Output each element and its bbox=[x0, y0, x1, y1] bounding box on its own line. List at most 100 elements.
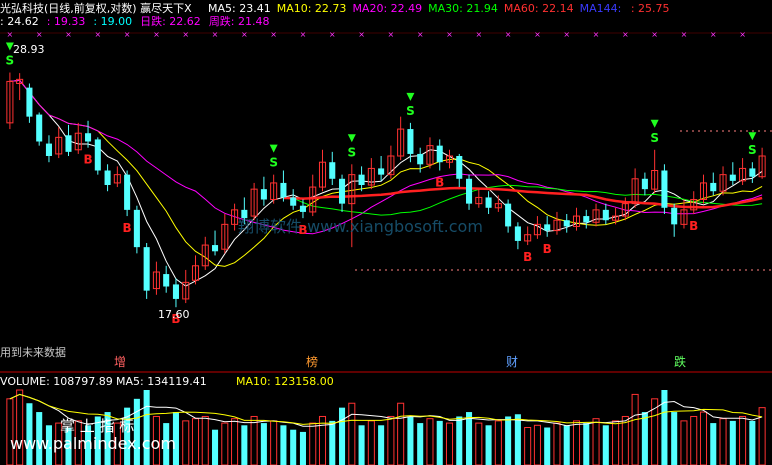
volume-bar bbox=[466, 412, 473, 465]
ma10-line bbox=[9, 79, 763, 267]
x-marker: × bbox=[593, 30, 600, 39]
candle-body bbox=[505, 203, 512, 227]
volume-bar bbox=[729, 420, 736, 465]
x-marker: × bbox=[475, 30, 482, 39]
candle-body bbox=[358, 174, 365, 185]
event-flag: 跌 bbox=[674, 354, 686, 369]
event-flag: 榜 bbox=[306, 354, 318, 369]
candle-body bbox=[290, 197, 297, 206]
watermark: 翔博软件 www.xiangbosoft.com bbox=[238, 217, 483, 236]
x-marker: × bbox=[329, 30, 336, 39]
candle-body bbox=[544, 224, 551, 231]
legend-item: MA20: 22.49 bbox=[352, 2, 423, 15]
chart-title: 光弘科技(日线,前复权,对数) 赢尽天下X bbox=[0, 2, 192, 15]
volume-bar bbox=[456, 416, 463, 465]
volume-bar bbox=[6, 398, 14, 465]
x-marker: × bbox=[358, 30, 365, 39]
candle-body bbox=[563, 220, 570, 227]
volume-bar bbox=[309, 422, 317, 465]
candle-body bbox=[378, 168, 385, 175]
volume-bar bbox=[612, 420, 620, 465]
legend-item: MA5: 23.41 bbox=[208, 2, 271, 15]
volume-bar bbox=[348, 402, 356, 465]
legend-item: MA144: bbox=[579, 2, 625, 15]
candle-body bbox=[583, 216, 590, 223]
candle-body bbox=[280, 182, 287, 198]
x-marker: × bbox=[505, 30, 512, 39]
future-data-label: 用到未来数据 bbox=[0, 346, 66, 359]
x-marker: × bbox=[300, 30, 307, 39]
candle-body bbox=[94, 139, 101, 171]
volume-bar bbox=[417, 423, 424, 465]
sell-arrow bbox=[650, 119, 659, 128]
volume-bar bbox=[553, 422, 561, 465]
legend-item: MA60: 22.14 bbox=[503, 2, 574, 15]
volume-bar bbox=[299, 431, 306, 465]
volume-bar bbox=[583, 423, 590, 465]
volume-bar bbox=[182, 420, 190, 465]
volume-bar bbox=[426, 418, 434, 465]
candle-body bbox=[456, 156, 463, 179]
volume-bar bbox=[690, 415, 698, 465]
candle-body bbox=[749, 168, 756, 177]
candle-body bbox=[729, 174, 736, 181]
volume-bar bbox=[436, 420, 443, 465]
volume-bar bbox=[270, 420, 278, 465]
candle-body bbox=[26, 87, 33, 117]
price-low-label: 17.60 bbox=[158, 308, 190, 321]
volume-bar bbox=[710, 423, 717, 465]
buy-signal: B bbox=[83, 153, 92, 167]
candle-body bbox=[329, 162, 336, 179]
volume-bar bbox=[680, 420, 688, 465]
volume-bar bbox=[212, 429, 219, 465]
event-flag: 增 bbox=[114, 355, 126, 369]
volume-bar bbox=[671, 412, 678, 465]
volume-bar bbox=[201, 415, 209, 465]
volume-bar bbox=[749, 420, 756, 465]
candle-body bbox=[436, 145, 443, 163]
volume-bar bbox=[544, 427, 551, 465]
volume-ma5: MA5: 134119.41 bbox=[116, 375, 207, 388]
candle-body bbox=[65, 135, 72, 152]
x-marker: × bbox=[124, 30, 131, 39]
buy-signal: B bbox=[123, 221, 132, 235]
candle-body bbox=[143, 247, 150, 291]
volume-bar bbox=[475, 422, 483, 465]
sell-signal: S bbox=[269, 156, 278, 170]
candle-body bbox=[466, 178, 473, 204]
candle-body bbox=[710, 182, 717, 192]
candle-body bbox=[485, 197, 492, 208]
volume-bar bbox=[699, 411, 708, 465]
volume-bar bbox=[387, 415, 395, 465]
volume-bar bbox=[407, 416, 414, 465]
sell-signal: S bbox=[347, 145, 356, 159]
sell-arrow bbox=[269, 144, 278, 153]
volume-bar bbox=[739, 415, 747, 465]
volume-bar bbox=[621, 415, 629, 465]
x-marker: × bbox=[681, 30, 688, 39]
x-marker: × bbox=[651, 30, 658, 39]
price-high-label: 28.93 bbox=[13, 43, 45, 56]
x-marker: × bbox=[94, 30, 101, 39]
legend-item: 日跌: 22.62 bbox=[140, 15, 201, 28]
volume-bar bbox=[631, 393, 639, 465]
event-flag: 财 bbox=[506, 355, 518, 369]
volume-bar bbox=[494, 420, 502, 465]
volume-bar bbox=[290, 429, 297, 465]
volume-bar bbox=[358, 425, 365, 465]
legend-item: : 19.33 bbox=[46, 15, 86, 28]
volume-bar bbox=[339, 407, 346, 465]
legend-item: MA30: 21.94 bbox=[428, 2, 498, 15]
volume-bar bbox=[445, 422, 454, 465]
x-marker: × bbox=[182, 30, 189, 39]
x-marker: × bbox=[36, 30, 43, 39]
volume-bar bbox=[524, 427, 532, 465]
candle-body bbox=[36, 114, 43, 142]
volume-bar bbox=[602, 425, 609, 465]
candle-body bbox=[339, 178, 346, 204]
volume-bar bbox=[133, 398, 140, 465]
sell-arrow bbox=[748, 132, 757, 141]
volume-bar bbox=[505, 416, 512, 465]
candle-body bbox=[417, 153, 424, 165]
candle-body bbox=[407, 129, 414, 154]
